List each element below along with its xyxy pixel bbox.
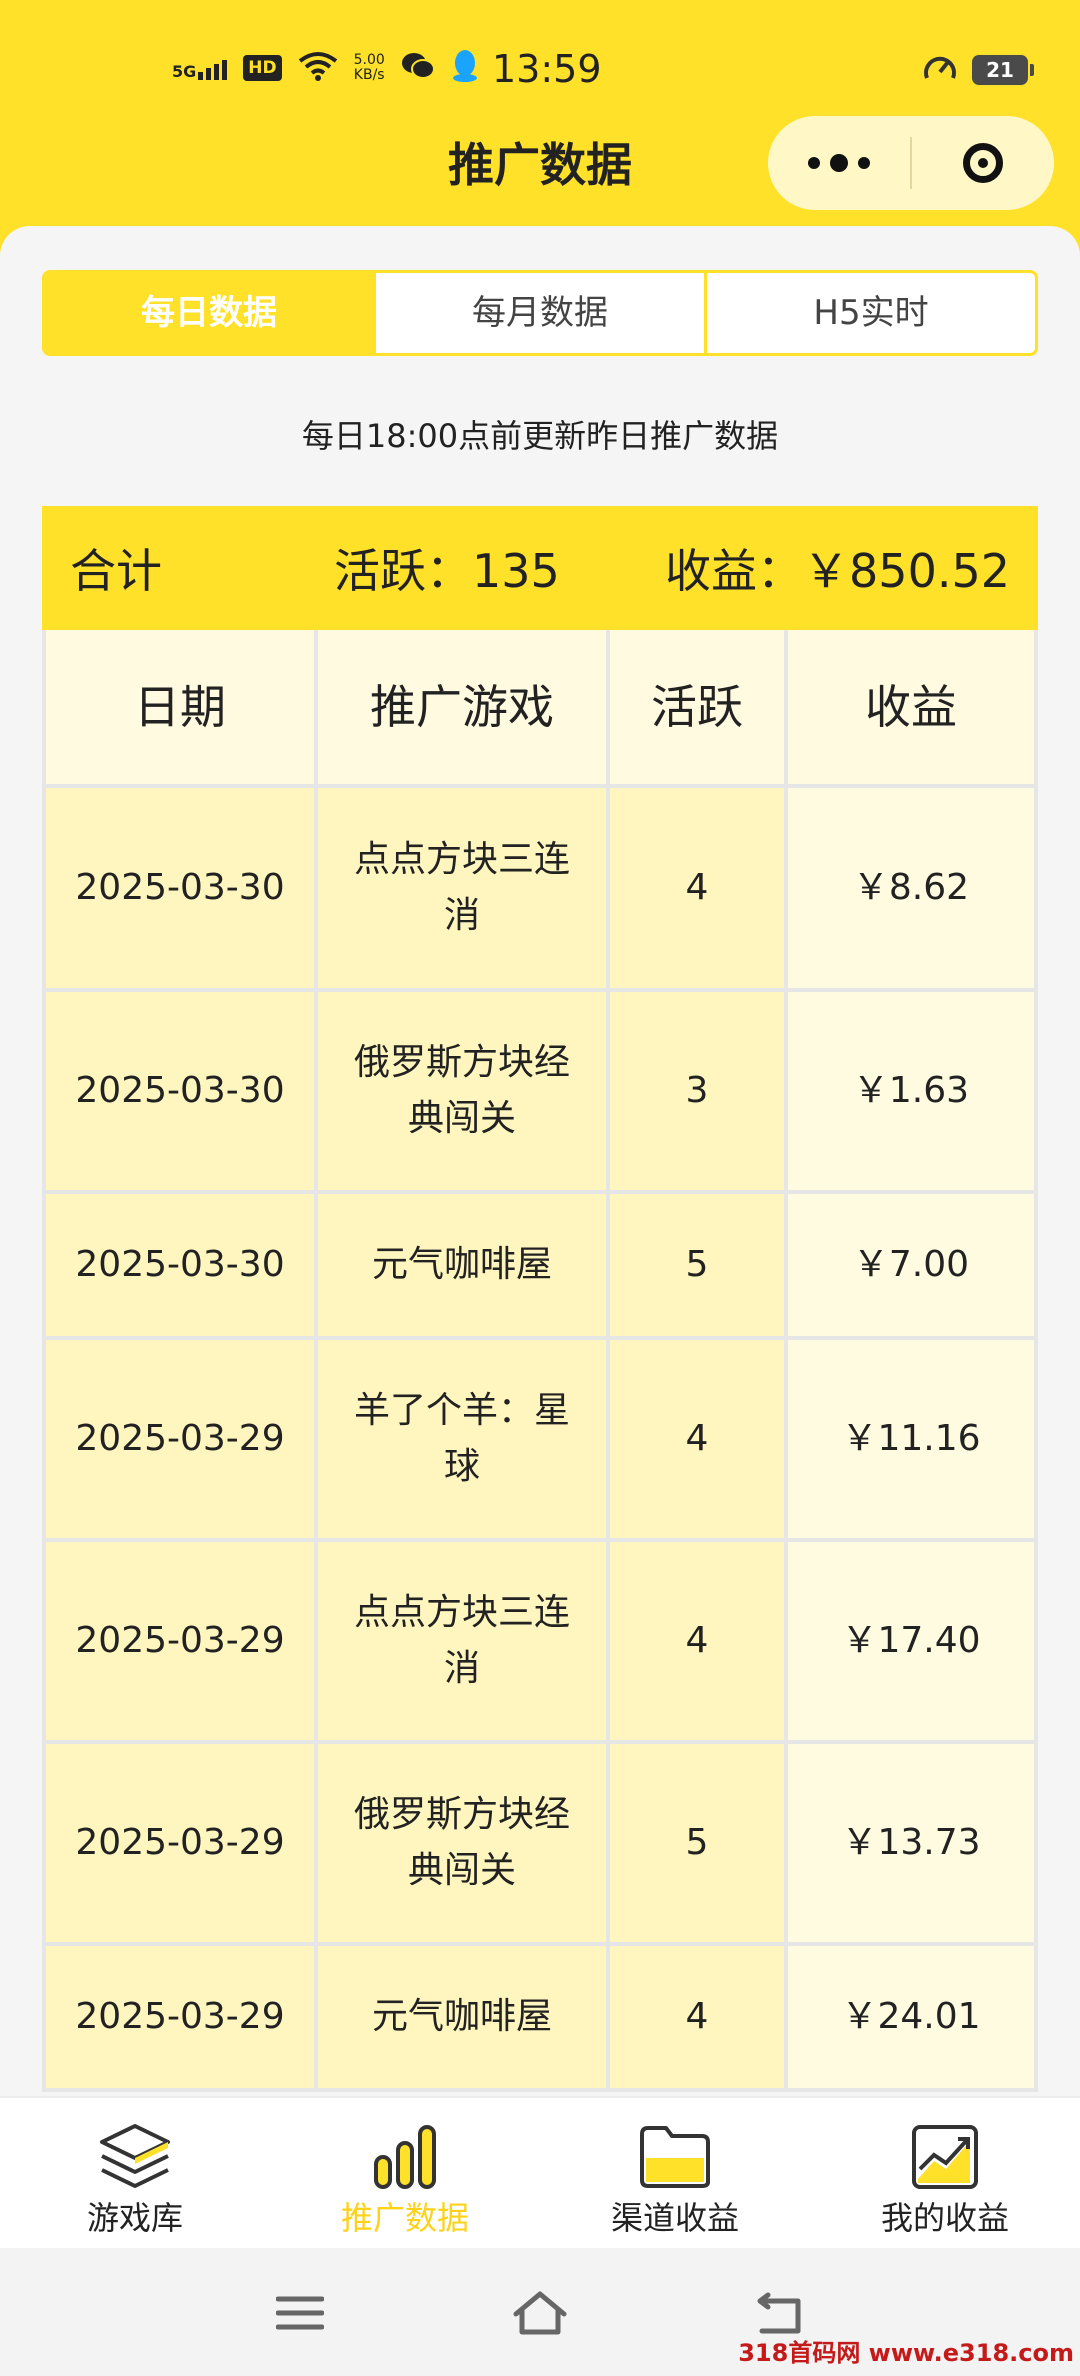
data-table: 日期 推广游戏 活跃 收益 2025-03-30 点点方块三连消 4 ￥8.62… [42,630,1038,2092]
folder-icon [635,2120,715,2194]
row-active: 4 [610,1340,788,1538]
miniprogram-capsule [768,116,1054,210]
row-active: 4 [610,1946,788,2088]
menu-icon [276,2296,324,2330]
row-active: 5 [610,1194,788,1336]
update-notice: 每日18:00点前更新昨日推广数据 [301,417,779,455]
tabbar-item-promo-data[interactable]: 推广数据 [270,2098,540,2250]
period-tabs: 每日数据 每月数据 H5实时 [42,270,1038,356]
close-miniprogram-button[interactable] [912,116,1054,210]
table-row: 2025-03-30 元气咖啡屋 5 ￥7.00 [42,1194,1038,1340]
more-button[interactable] [768,116,910,210]
total-active: 活跃：135 [334,544,560,598]
table-row: 2025-03-29 俄罗斯方块经典闯关 5 ￥13.73 [42,1744,1038,1946]
target-icon [963,143,1003,183]
status-bar: 5G HD 5.00 KB/s 13:59 21 [0,0,1080,120]
network-speed: 5.00 KB/s [353,52,385,83]
header-active: 活跃 [610,630,788,784]
row-income: ￥24.01 [788,1946,1038,2088]
menu-nav-button[interactable] [270,2288,330,2338]
watermark: 318首码网 www.e318.com [738,2339,1074,2367]
row-income: ￥7.00 [788,1194,1038,1336]
table-row: 2025-03-29 元气咖啡屋 4 ￥24.01 [42,1946,1038,2092]
tab-daily[interactable]: 每日数据 [45,273,373,353]
row-active: 3 [610,992,788,1190]
back-nav-button[interactable] [750,2288,810,2338]
header-income: 收益 [788,630,1038,784]
wifi-icon [298,51,338,85]
table-row: 2025-03-29 点点方块三连消 4 ￥17.40 [42,1542,1038,1744]
speedometer-icon [922,50,958,90]
row-date: 2025-03-30 [42,788,318,988]
row-game: 羊了个羊：星球 [318,1340,610,1538]
hd-badge: HD [243,55,282,81]
tabbar-label: 推广数据 [340,2199,469,2237]
row-active: 5 [610,1744,788,1942]
qq-icon [451,49,479,87]
row-game: 元气咖啡屋 [318,1946,610,2088]
trend-chart-icon [905,2120,985,2194]
table-row: 2025-03-30 俄罗斯方块经典闯关 3 ￥1.63 [42,992,1038,1194]
row-date: 2025-03-29 [42,1340,318,1538]
row-income: ￥13.73 [788,1744,1038,1942]
clock: 13:59 [492,47,602,91]
layers-icon [95,2120,175,2194]
tabbar-item-game-library[interactable]: 游戏库 [0,2098,270,2250]
cellular-signal-icon: 5G [172,56,228,80]
header-game: 推广游戏 [318,630,610,784]
home-icon [513,2291,567,2335]
row-date: 2025-03-30 [42,1194,318,1336]
tabbar-label: 游戏库 [86,2199,183,2237]
table-row: 2025-03-30 点点方块三连消 4 ￥8.62 [42,788,1038,992]
table-header: 日期 推广游戏 活跃 收益 [42,630,1038,788]
row-active: 4 [610,788,788,988]
wechat-icon [401,51,435,85]
row-income: ￥17.40 [788,1542,1038,1740]
tab-monthly[interactable]: 每月数据 [373,273,704,353]
row-date: 2025-03-30 [42,992,318,1190]
row-game: 点点方块三连消 [318,788,610,988]
row-income: ￥1.63 [788,992,1038,1190]
header-date: 日期 [42,630,318,784]
row-game: 俄罗斯方块经典闯关 [318,992,610,1190]
row-income: ￥11.16 [788,1340,1038,1538]
tabbar-label: 我的收益 [880,2199,1009,2237]
bottom-tab-bar: 游戏库 推广数据 渠道收益 我的收益 [0,2096,1080,2250]
home-nav-button[interactable] [510,2288,570,2338]
tabbar-item-channel-income[interactable]: 渠道收益 [540,2098,810,2250]
bar-chart-icon [365,2120,445,2194]
row-game: 俄罗斯方块经典闯关 [318,1744,610,1942]
row-date: 2025-03-29 [42,1946,318,2088]
row-income: ￥8.62 [788,788,1038,988]
content-card: 每日数据 每月数据 H5实时 每日18:00点前更新昨日推广数据 合计 活跃：1… [0,226,1080,2096]
back-icon [757,2292,801,2334]
row-game: 元气咖啡屋 [318,1194,610,1336]
total-label: 合计 [70,544,162,598]
battery-icon: 21 [972,55,1034,85]
row-date: 2025-03-29 [42,1542,318,1740]
row-game: 点点方块三连消 [318,1542,610,1740]
total-summary: 合计 活跃：135 收益：￥850.52 [42,506,1038,630]
tabbar-item-my-income[interactable]: 我的收益 [810,2098,1080,2250]
total-income: 收益：￥850.52 [665,544,1010,598]
tabbar-label: 渠道收益 [610,2199,739,2237]
system-nav-bar: 318首码网 www.e318.com [0,2248,1080,2376]
row-active: 4 [610,1542,788,1740]
row-date: 2025-03-29 [42,1744,318,1942]
table-row: 2025-03-29 羊了个羊：星球 4 ￥11.16 [42,1340,1038,1542]
tab-h5-realtime[interactable]: H5实时 [704,273,1035,353]
